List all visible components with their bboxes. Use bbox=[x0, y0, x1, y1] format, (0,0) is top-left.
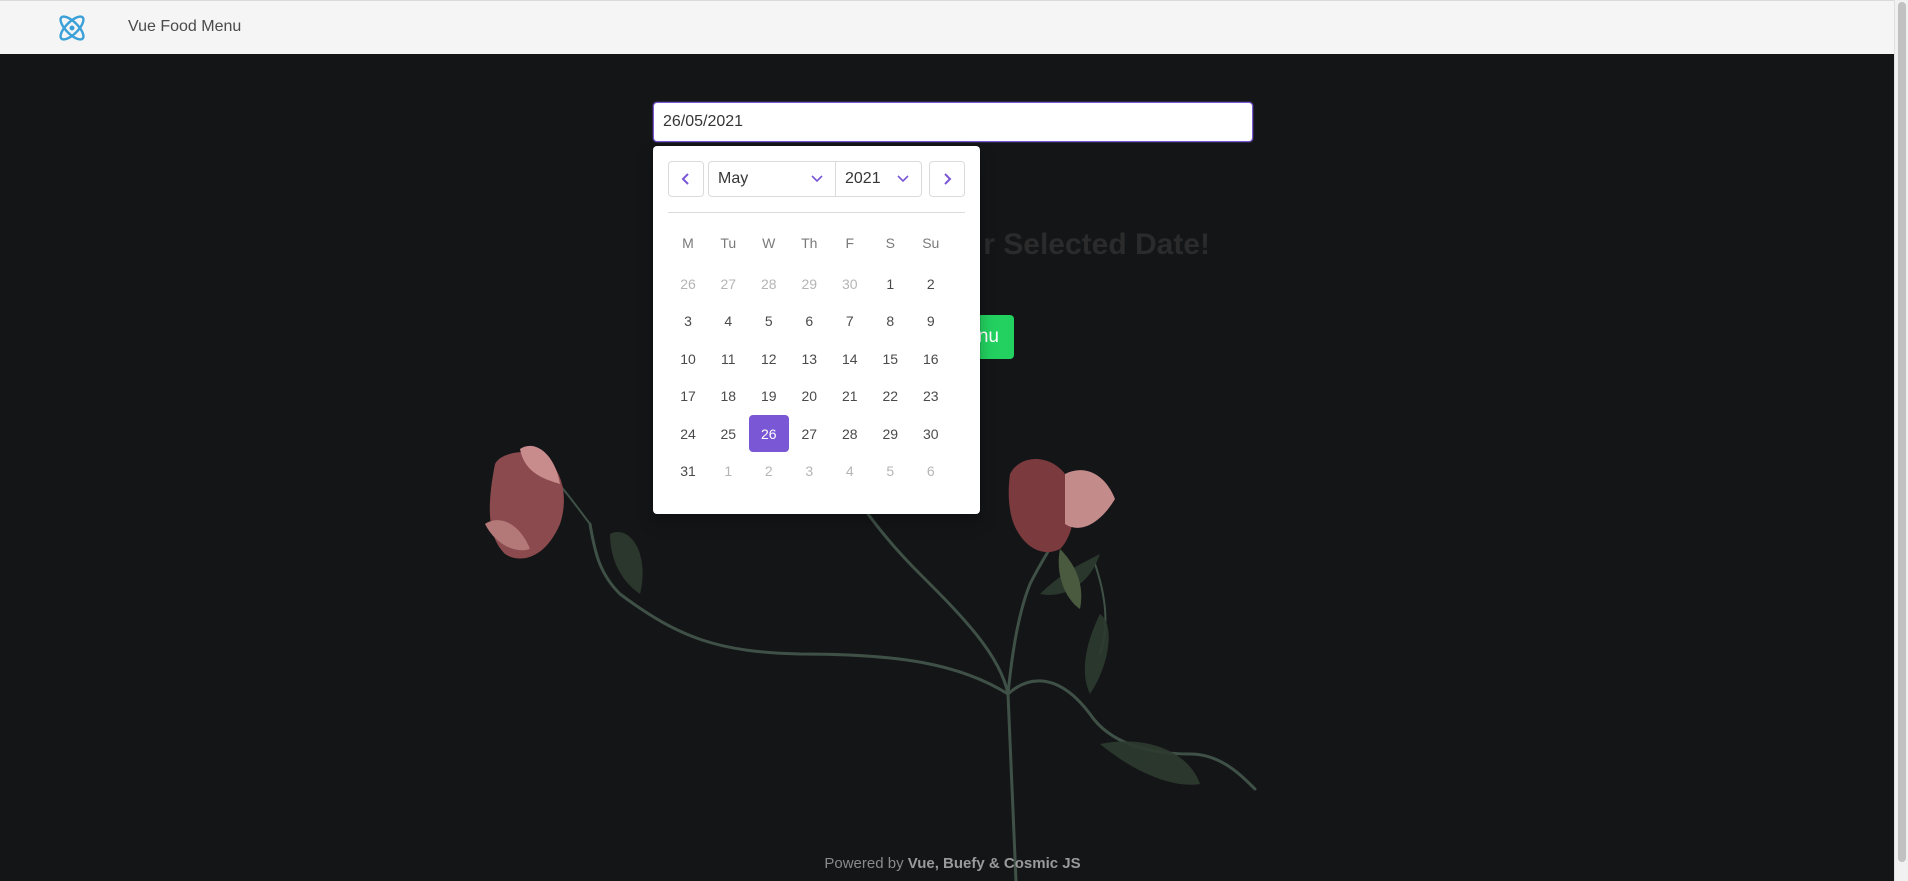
day-cell[interactable]: 9 bbox=[911, 303, 952, 340]
next-month-button[interactable] bbox=[929, 161, 965, 197]
day-cell[interactable]: 31 bbox=[668, 453, 708, 490]
chevron-down-icon bbox=[811, 175, 823, 183]
day-cell[interactable]: 27 bbox=[789, 415, 830, 452]
day-cell[interactable]: 10 bbox=[668, 340, 708, 377]
weekday-label: Tu bbox=[720, 235, 737, 251]
day-cell[interactable]: 13 bbox=[789, 340, 830, 377]
day-cell[interactable]: 16 bbox=[911, 340, 952, 377]
day-cell[interactable]: 15 bbox=[870, 340, 911, 377]
day-cell[interactable]: 2 bbox=[749, 453, 790, 490]
day-cell[interactable]: 5 bbox=[870, 453, 911, 490]
weekday-label: M bbox=[682, 235, 694, 251]
day-cell[interactable]: 24 bbox=[668, 415, 708, 452]
day-cell[interactable]: 11 bbox=[708, 340, 749, 377]
day-cell[interactable]: 18 bbox=[708, 378, 749, 415]
day-cell[interactable]: 20 bbox=[789, 378, 830, 415]
chevron-down-icon bbox=[897, 175, 909, 183]
day-cell[interactable]: 8 bbox=[870, 303, 911, 340]
scrollbar-thumb[interactable] bbox=[1898, 2, 1906, 862]
weekday-header-row: M Tu W Th F S Su bbox=[668, 228, 965, 257]
datepicker-header: May 2021 bbox=[668, 161, 965, 213]
week-row: 10 11 12 13 14 15 16 bbox=[668, 340, 965, 378]
datepicker-weeks: 26 27 28 29 30 1 2 3 4 5 6 7 8 9 10 11 12 13 14 15 16 17 18 19 2… bbox=[668, 265, 965, 490]
day-cell[interactable]: 4 bbox=[708, 303, 749, 340]
day-cell[interactable]: 23 bbox=[911, 378, 952, 415]
day-cell[interactable]: 28 bbox=[830, 415, 871, 452]
month-select[interactable]: May bbox=[708, 161, 836, 197]
day-cell[interactable]: 21 bbox=[830, 378, 871, 415]
day-cell[interactable]: 14 bbox=[830, 340, 871, 377]
day-cell[interactable]: 30 bbox=[830, 265, 871, 302]
datepicker-grid: M Tu W Th F S Su 26 27 28 29 30 1 2 3 4 5 6 7 8 9 10 11… bbox=[668, 228, 965, 490]
weekday-label: F bbox=[845, 235, 855, 251]
week-row: 26 27 28 29 30 1 2 bbox=[668, 265, 965, 303]
day-cell[interactable]: 4 bbox=[830, 453, 871, 490]
date-input[interactable] bbox=[653, 102, 1253, 142]
day-cell[interactable]: 7 bbox=[830, 303, 871, 340]
day-cell[interactable]: 25 bbox=[708, 415, 749, 452]
weekday-label: Th bbox=[801, 235, 818, 251]
day-cell[interactable]: 6 bbox=[789, 303, 830, 340]
app-title[interactable]: Vue Food Menu bbox=[128, 18, 241, 36]
day-cell[interactable]: 29 bbox=[789, 265, 830, 302]
day-cell[interactable]: 17 bbox=[668, 378, 708, 415]
day-cell[interactable]: 2 bbox=[911, 265, 952, 302]
year-select-value: 2021 bbox=[845, 170, 881, 187]
weekday-label: S bbox=[885, 235, 895, 251]
day-cell[interactable]: 5 bbox=[749, 303, 790, 340]
footer-prefix: Powered by bbox=[824, 855, 908, 872]
month-select-value: May bbox=[718, 170, 749, 187]
week-row: 24 25 26 27 28 29 30 bbox=[668, 415, 965, 453]
chevron-left-icon bbox=[681, 173, 689, 185]
weekday-label: Su bbox=[922, 235, 940, 251]
day-cell[interactable]: 27 bbox=[708, 265, 749, 302]
chevron-right-icon bbox=[944, 173, 952, 185]
day-cell[interactable]: 3 bbox=[668, 303, 708, 340]
day-cell[interactable]: 1 bbox=[870, 265, 911, 302]
day-cell[interactable]: 12 bbox=[749, 340, 790, 377]
day-cell[interactable]: 19 bbox=[749, 378, 790, 415]
day-cell[interactable]: 28 bbox=[749, 265, 790, 302]
day-cell[interactable]: 29 bbox=[870, 415, 911, 452]
day-cell[interactable]: 3 bbox=[789, 453, 830, 490]
weekday-label: W bbox=[762, 235, 776, 251]
day-cell[interactable]: 1 bbox=[708, 453, 749, 490]
year-select[interactable]: 2021 bbox=[835, 161, 922, 197]
week-row: 17 18 19 20 21 22 23 bbox=[668, 378, 965, 416]
week-row: 3456789 bbox=[668, 303, 965, 341]
day-cell[interactable]: 26 bbox=[668, 265, 708, 302]
week-row: 31 1 2 3 4 5 6 bbox=[668, 453, 965, 491]
datepicker-dropdown: May 2021 M Tu W Th F S Su 26 27 28 29 30 1 bbox=[653, 146, 980, 514]
page-scrollbar[interactable] bbox=[1894, 0, 1908, 881]
footer: Powered by Vue, Buefy & Cosmic JS bbox=[0, 855, 1905, 872]
previous-month-button[interactable] bbox=[668, 161, 704, 197]
atom-logo-icon[interactable] bbox=[55, 11, 89, 45]
day-cell[interactable]: 30 bbox=[911, 415, 952, 452]
footer-credits: Vue, Buefy & Cosmic JS bbox=[907, 855, 1081, 872]
top-navbar: Vue Food Menu bbox=[0, 0, 1894, 54]
selected-day-cell[interactable]: 26 bbox=[748, 415, 789, 453]
day-cell[interactable]: 6 bbox=[911, 453, 952, 490]
day-cell[interactable]: 22 bbox=[870, 378, 911, 415]
